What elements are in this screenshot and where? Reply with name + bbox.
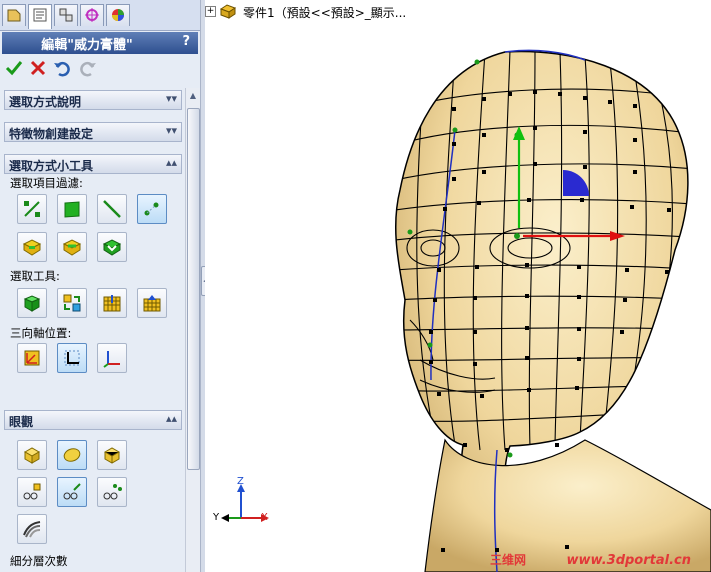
- body-filter-3-icon: [102, 239, 122, 256]
- box-display-icon: [23, 447, 41, 464]
- group-label: 選取方式小工具: [9, 159, 94, 173]
- smooth-ellipse-icon: [63, 448, 81, 462]
- filter-edge-button[interactable]: [17, 194, 47, 224]
- line-filter-icon: [103, 200, 121, 218]
- group-selection-tools[interactable]: 選取方式小工具 ▴▴: [4, 154, 182, 174]
- scroll-thumb[interactable]: [187, 108, 200, 470]
- triad-position-2-button[interactable]: [57, 343, 87, 373]
- edge-filter-icon: [24, 201, 40, 217]
- panel-title: 編輯"威力膏體": [41, 38, 133, 53]
- triad-position-3-button[interactable]: [97, 343, 127, 373]
- collapse-chevron-icon: ▴▴: [165, 412, 177, 425]
- undo-icon[interactable]: [52, 58, 72, 78]
- ok-check-icon[interactable]: [4, 58, 24, 78]
- glasses-dots-icon: [103, 484, 122, 500]
- glasses-box-icon: [23, 483, 41, 500]
- tab-property-manager[interactable]: [28, 4, 52, 29]
- grid-up-icon: [143, 295, 161, 312]
- crosshair-icon: [85, 8, 99, 22]
- expand-chevron-icon: ▾▾: [165, 124, 177, 137]
- help-button[interactable]: ?: [182, 34, 190, 49]
- panel-scrollbar[interactable]: ▲: [185, 88, 200, 572]
- filter-face-button[interactable]: [57, 194, 87, 224]
- vertex-filter-icon: [144, 202, 159, 216]
- body-filter-2-icon: [62, 239, 82, 256]
- triad-box-icon: [24, 350, 40, 366]
- surface-shade-icon: [23, 521, 41, 538]
- group-display[interactable]: 眼觀 ▴▴: [4, 410, 182, 430]
- tab-dimxpert-manager[interactable]: [80, 4, 104, 26]
- display-glasses-2-button[interactable]: [57, 477, 87, 507]
- tools-label: 選取工具:: [10, 269, 60, 283]
- filter-body-2-button[interactable]: [57, 232, 87, 262]
- expand-chevron-icon: ▾▾: [165, 92, 177, 105]
- redo-icon[interactable]: [78, 58, 98, 78]
- configuration-icon: [59, 8, 73, 22]
- display-glasses-1-button[interactable]: [17, 477, 47, 507]
- action-buttons: [2, 56, 198, 80]
- triad-y-label: Y: [213, 512, 220, 523]
- filter-label: 選取項目過濾:: [10, 176, 83, 190]
- display-smooth-button[interactable]: [57, 440, 87, 470]
- watermark-url: www.3dportal.cn: [566, 553, 691, 568]
- group-selection-help[interactable]: 選取方式說明 ▾▾: [4, 90, 182, 110]
- view-triad: [221, 484, 269, 522]
- graphics-viewport[interactable]: + 零件1（預設<<預設>_顯示... Z Y X 三维网 www.3dport…: [205, 0, 711, 572]
- display-surface-button[interactable]: [17, 514, 47, 544]
- swap-icon: [63, 294, 81, 312]
- tab-configuration-manager[interactable]: [54, 4, 78, 26]
- tab-display-manager[interactable]: [106, 4, 130, 26]
- filter-line-button[interactable]: [97, 194, 127, 224]
- filter-vertex-button[interactable]: [137, 194, 167, 224]
- group-label: 選取方式說明: [9, 95, 82, 109]
- glasses-line-icon: [63, 483, 81, 500]
- manager-tabs: [0, 0, 200, 31]
- triad-corner-icon: [64, 350, 80, 366]
- body-filter-icon: [22, 239, 42, 256]
- display-glasses-3-button[interactable]: [97, 477, 127, 507]
- triad-x-label: X: [261, 512, 268, 523]
- select-up-button[interactable]: [137, 288, 167, 318]
- property-manager-panel: 編輯"威力膏體" ? 選取方式說明 ▾▾ 特徵物創建設定 ▾▾ 選取方式小工具 …: [0, 0, 200, 572]
- select-swap-button[interactable]: [57, 288, 87, 318]
- triad-z-label: Z: [237, 476, 244, 487]
- display-box-button[interactable]: [17, 440, 47, 470]
- green-cube-icon: [23, 295, 41, 312]
- cancel-x-icon[interactable]: [28, 58, 48, 78]
- face-filter-icon: [64, 201, 80, 218]
- panel-title-bar: 編輯"威力膏體" ?: [2, 32, 198, 54]
- triad-axes-icon: [103, 351, 120, 368]
- group-feature-creation[interactable]: 特徵物創建設定 ▾▾: [4, 122, 182, 142]
- feature-tree-icon: [7, 9, 21, 22]
- cage-display-icon: [103, 447, 121, 464]
- triad-position-1-button[interactable]: [17, 343, 47, 373]
- display-cage-button[interactable]: [97, 440, 127, 470]
- collapse-chevron-icon: ▴▴: [165, 156, 177, 169]
- property-sheet-icon: [33, 8, 47, 22]
- tab-feature-manager[interactable]: [2, 4, 26, 26]
- scroll-up-arrow-icon[interactable]: ▲: [187, 90, 199, 102]
- group-label: 特徵物創建設定: [9, 127, 94, 141]
- subdivision-label: 細分層次數: [10, 554, 68, 568]
- triad-label: 三向軸位置:: [10, 326, 72, 340]
- group-label: 眼觀: [9, 415, 34, 429]
- grid-select-icon: [103, 295, 121, 312]
- color-wheel-icon: [112, 9, 124, 21]
- select-cube-button[interactable]: [17, 288, 47, 318]
- filter-body-button[interactable]: [17, 232, 47, 262]
- filter-body-3-button[interactable]: [97, 232, 127, 262]
- watermark-cn: 三维网: [490, 553, 527, 567]
- select-grid-button[interactable]: [97, 288, 127, 318]
